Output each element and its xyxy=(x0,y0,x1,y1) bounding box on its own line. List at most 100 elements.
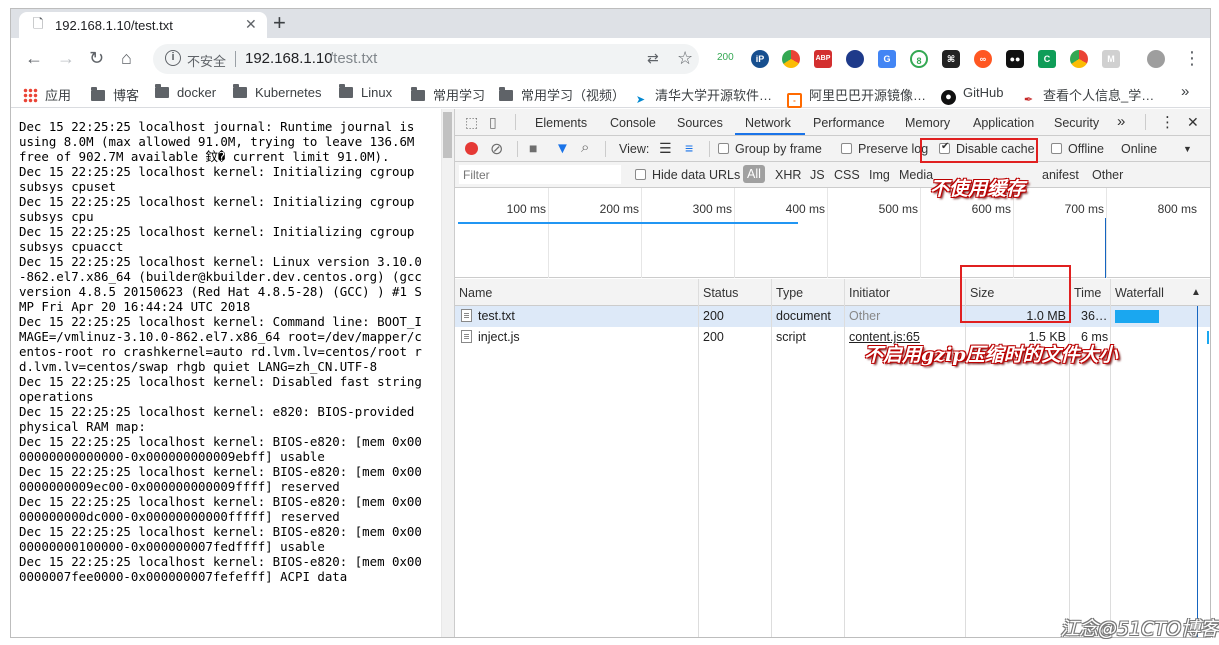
bookmark-kubernetes[interactable]: Kubernetes xyxy=(233,84,322,103)
people-extension-icon[interactable]: 8 xyxy=(910,50,928,68)
checkbox-icon xyxy=(718,143,729,154)
browser-tab[interactable]: 🗋 192.168.1.10/test.txt ✕ xyxy=(19,12,267,38)
filter-type-js[interactable]: JS xyxy=(810,168,825,182)
bookmark-label: 查看个人信息_学… xyxy=(1043,88,1155,103)
filter-type-css[interactable]: CSS xyxy=(834,168,860,182)
device-toolbar-icon[interactable]: ▯ xyxy=(489,114,497,131)
checkbox-label: Group by frame xyxy=(735,142,822,156)
infinity-extension-icon[interactable]: ∞ xyxy=(974,50,992,68)
bookmark-blog[interactable]: 博客 xyxy=(91,85,139,103)
screenshot-camera-icon[interactable]: ■ xyxy=(529,140,537,156)
chrome-canary-icon[interactable] xyxy=(1070,50,1088,68)
bookmark-linux[interactable]: Linux xyxy=(339,84,392,103)
timeline-tick-label: 500 ms xyxy=(878,202,918,216)
search-icon[interactable]: ⌕ xyxy=(581,139,589,156)
shortcut-extension-icon[interactable]: ⌘ xyxy=(942,50,960,68)
filter-type-other[interactable]: Other xyxy=(1092,168,1123,182)
page-scrollbar[interactable] xyxy=(441,109,454,637)
filter-type-img[interactable]: Img xyxy=(869,168,890,182)
filter-icon[interactable]: ▼ xyxy=(555,140,570,157)
bookmark-tuna[interactable]: ➤ 清华大学开源软件… xyxy=(633,85,772,106)
tab-security[interactable]: Security xyxy=(1054,116,1099,130)
more-tabs-button[interactable]: » xyxy=(1117,113,1125,130)
page-scrollbar-thumb[interactable] xyxy=(443,112,452,158)
column-header-type[interactable]: Type xyxy=(776,286,803,300)
tab-sources[interactable]: Sources xyxy=(677,116,723,130)
globe-extension-icon[interactable] xyxy=(846,50,864,68)
refresh-extension-icon[interactable]: C xyxy=(1038,50,1056,68)
info-icon[interactable]: i xyxy=(165,50,181,66)
google-translate-icon[interactable]: G xyxy=(878,50,896,68)
large-rows-icon[interactable]: ☰ xyxy=(659,140,672,157)
offline-checkbox[interactable]: Offline xyxy=(1051,142,1104,156)
folder-icon xyxy=(339,84,353,98)
translate-icon[interactable]: ⇄ xyxy=(647,50,659,67)
ip-extension-icon[interactable]: iP xyxy=(751,50,769,68)
request-name-text: inject.js xyxy=(478,330,520,344)
waterfall-bar xyxy=(1207,331,1209,344)
inspect-element-icon[interactable]: ⬚ xyxy=(465,114,478,131)
bookmark-docker[interactable]: docker xyxy=(155,84,216,103)
tab-performance[interactable]: Performance xyxy=(813,116,885,130)
column-header-initiator[interactable]: Initiator xyxy=(849,286,890,300)
close-tab-icon[interactable]: ✕ xyxy=(245,16,257,33)
reload-button[interactable]: ↻ xyxy=(89,48,104,68)
tab-console[interactable]: Console xyxy=(610,116,656,130)
new-tab-button[interactable]: + xyxy=(273,11,286,35)
status-code-extension[interactable]: 200 xyxy=(717,52,734,63)
group-by-frame-checkbox[interactable]: Group by frame xyxy=(718,142,822,156)
filter-type-all[interactable]: All xyxy=(743,165,765,183)
hide-data-urls-checkbox[interactable]: Hide data URLs xyxy=(635,168,740,182)
column-header-name[interactable]: Name xyxy=(459,286,492,300)
preserve-log-checkbox[interactable]: Preserve log xyxy=(841,142,928,156)
overview-icon[interactable]: ≡ xyxy=(685,140,693,156)
forward-button[interactable]: → xyxy=(57,48,75,68)
bookmark-github[interactable]: ● GitHub xyxy=(941,85,1003,105)
tab-memory[interactable]: Memory xyxy=(905,116,950,130)
chevron-down-icon[interactable]: ▼ xyxy=(1183,144,1192,154)
checkbox-label: Offline xyxy=(1068,142,1104,156)
bookmark-common-study-video[interactable]: 常用学习（视频） xyxy=(499,85,625,103)
security-label[interactable]: 不安全 xyxy=(187,51,226,70)
sort-ascending-icon[interactable]: ▲ xyxy=(1191,287,1201,298)
home-button[interactable]: ⌂ xyxy=(121,48,132,68)
chrome-extension-icon[interactable] xyxy=(782,50,800,68)
mail-extension-icon[interactable]: M xyxy=(1102,50,1120,68)
filter-input[interactable] xyxy=(459,165,621,184)
address-bar[interactable]: i 不安全 192.168.1.10 /test.txt ⇄ ☆ xyxy=(153,44,699,74)
column-divider xyxy=(965,279,966,637)
bookmark-star-icon[interactable]: ☆ xyxy=(677,48,693,69)
record-icon[interactable] xyxy=(465,142,478,155)
tab-network[interactable]: Network xyxy=(745,116,791,130)
back-button[interactable]: ← xyxy=(25,48,43,68)
tab-application[interactable]: Application xyxy=(973,116,1034,130)
tampermonkey-icon[interactable]: ●● xyxy=(1006,50,1024,68)
bookmarks-overflow-button[interactable]: » xyxy=(1181,83,1189,101)
bookmark-profile[interactable]: ✒ 查看个人信息_学… xyxy=(1021,85,1155,106)
bookmark-common-study[interactable]: 常用学习 xyxy=(411,85,485,103)
clear-icon[interactable]: ⊘ xyxy=(490,139,503,159)
column-header-status[interactable]: Status xyxy=(703,286,738,300)
filter-type-manifest[interactable]: anifest xyxy=(1042,168,1079,182)
profile-avatar-icon[interactable] xyxy=(1147,50,1165,68)
filter-type-xhr[interactable]: XHR xyxy=(775,168,801,182)
tab-elements[interactable]: Elements xyxy=(535,116,587,130)
filter-type-media[interactable]: Media xyxy=(899,168,933,182)
adblock-plus-icon[interactable]: ABP xyxy=(814,50,832,68)
divider xyxy=(515,114,516,130)
column-header-time[interactable]: Time xyxy=(1074,286,1101,300)
browser-menu-icon[interactable]: ⋮ xyxy=(1183,48,1201,68)
column-header-waterfall[interactable]: Waterfall xyxy=(1115,286,1164,300)
bookmark-aliyun[interactable]: - 阿里巴巴开源镜像… xyxy=(787,85,926,108)
folder-icon xyxy=(91,87,105,101)
devtools-menu-icon[interactable]: ⋮ xyxy=(1160,113,1175,131)
browser-toolbar: ← → ↻ ⌂ i 不安全 192.168.1.10 /test.txt ⇄ ☆… xyxy=(11,38,1210,80)
bookmark-apps[interactable]: 应用 xyxy=(23,85,71,103)
devtools-close-icon[interactable]: ✕ xyxy=(1187,114,1199,131)
network-overview-timeline[interactable]: 100 ms 200 ms 300 ms 400 ms 500 ms 600 m… xyxy=(455,188,1210,278)
table-header: Name Status Type Initiator Size Time Wat… xyxy=(455,279,1210,306)
throttling-select[interactable]: Online xyxy=(1121,142,1157,156)
request-time: 36… xyxy=(1081,309,1108,323)
divider xyxy=(1145,114,1146,130)
table-row[interactable]: test.txt 200 document Other 1.0 MB 36… xyxy=(455,306,1210,327)
